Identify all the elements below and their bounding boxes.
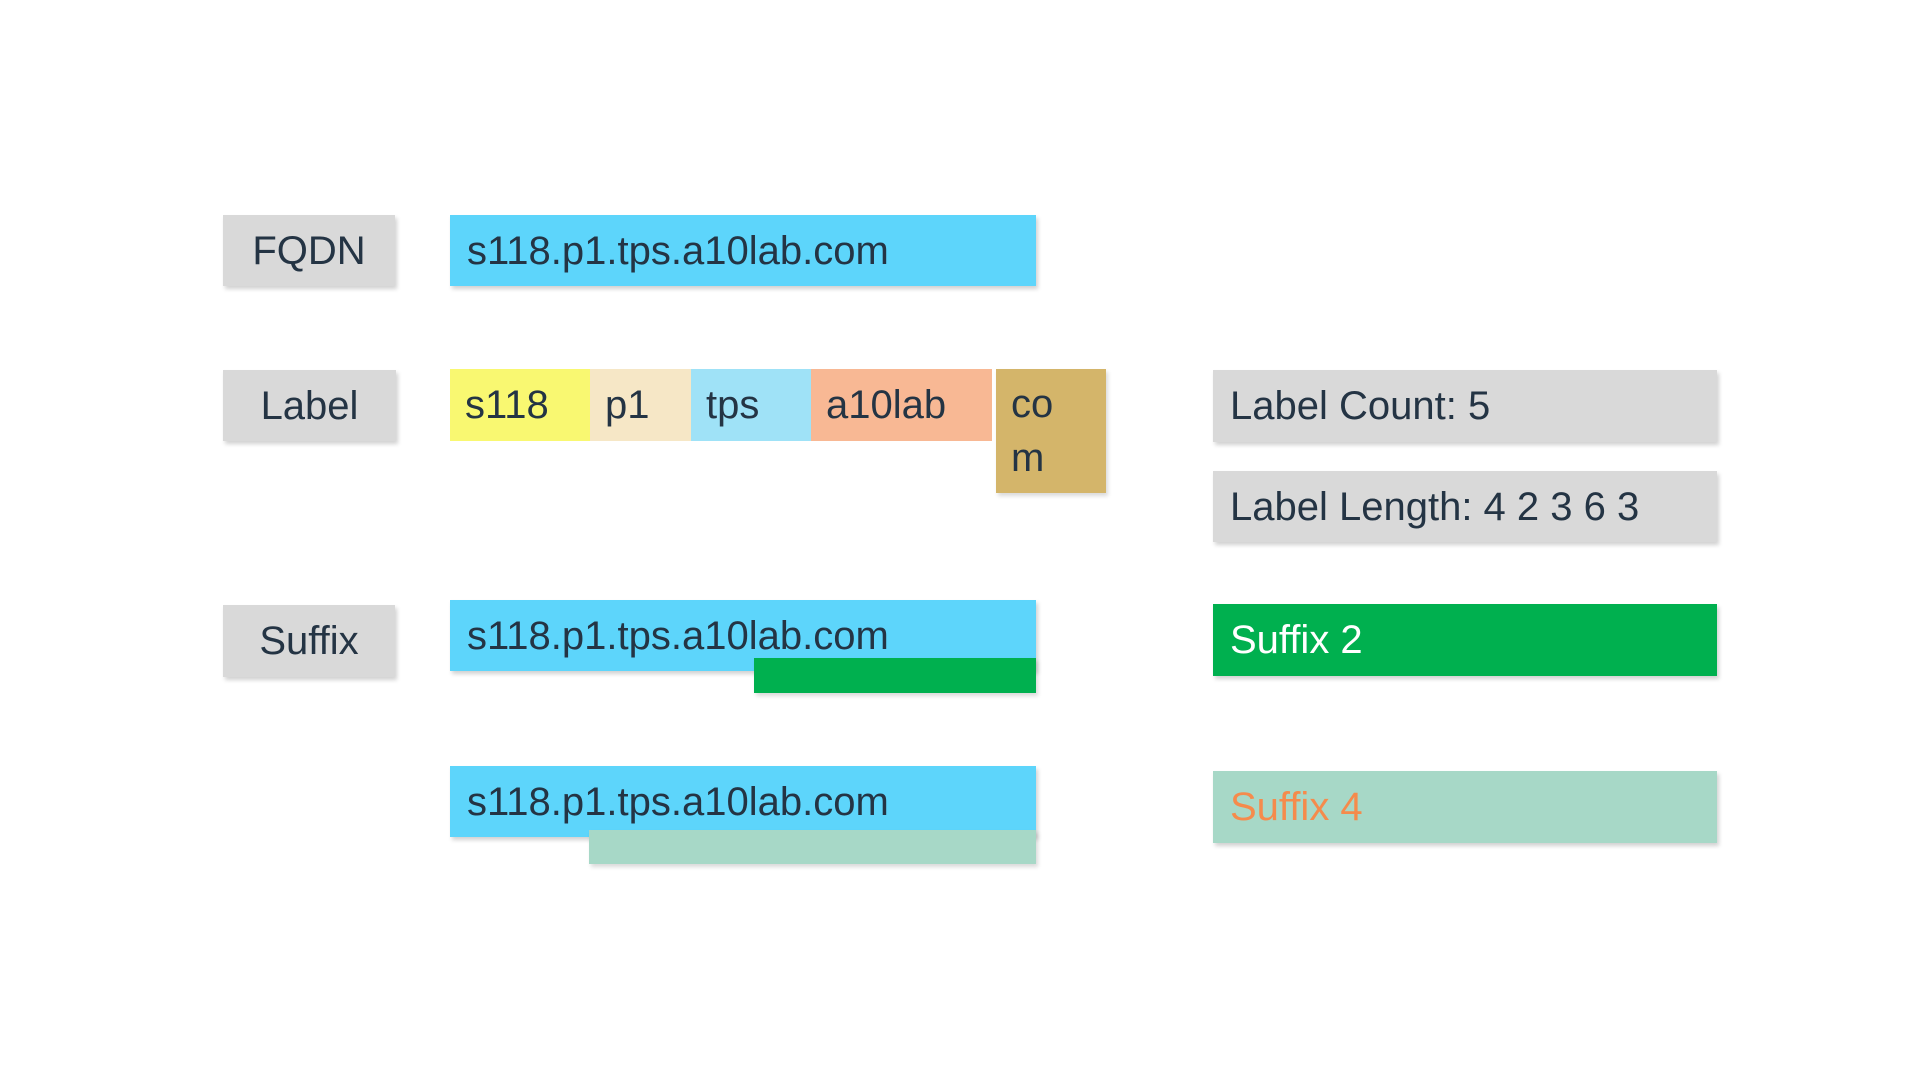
fqdn-value: s118.p1.tps.a10lab.com [450, 215, 1036, 286]
label-segment: co m [996, 369, 1106, 493]
label-count: Label Count: 5 [1213, 370, 1717, 442]
label-length: Label Length: 4 2 3 6 3 [1213, 471, 1717, 542]
label-segment: s118 [450, 369, 590, 441]
fqdn-tag: FQDN [223, 215, 395, 286]
suffix-2-highlight-bar [754, 658, 1036, 693]
suffix-4-highlight-bar [589, 830, 1036, 864]
label-tag: Label [223, 370, 396, 441]
suffix-4-result: Suffix 4 [1213, 771, 1717, 843]
label-segment: p1 [590, 369, 691, 441]
label-segment: a10lab [811, 369, 992, 441]
label-segment-line2: m [1011, 436, 1045, 480]
suffix-2-result: Suffix 2 [1213, 604, 1717, 676]
suffix-example-2-value: s118.p1.tps.a10lab.com [450, 766, 1036, 837]
label-segment-line1: co [1011, 382, 1054, 426]
label-segment: tps [691, 369, 811, 441]
suffix-tag: Suffix [223, 605, 395, 677]
